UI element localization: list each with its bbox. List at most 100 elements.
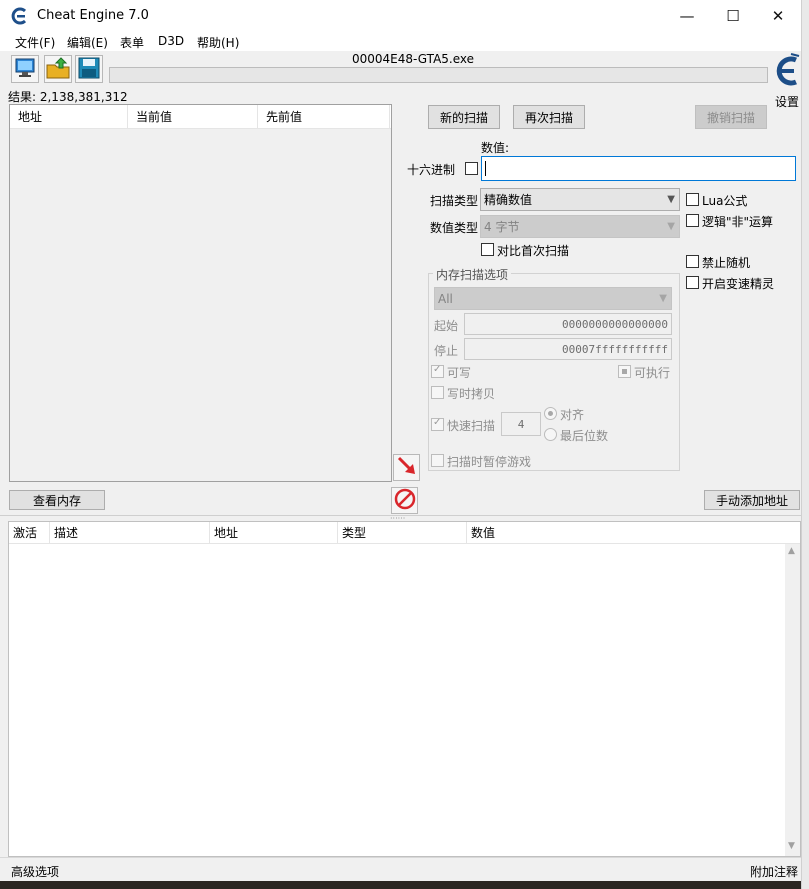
chevron-down-icon: ▼: [667, 194, 675, 205]
advanced-options-link[interactable]: 高级选项: [11, 863, 59, 880]
stop-icon: [394, 488, 416, 513]
copy-on-write-label: 写时拷贝: [447, 387, 496, 401]
found-address-list[interactable]: 地址 当前值 先前值: [9, 104, 392, 482]
last-digits-label: 最后位数: [560, 429, 609, 443]
last-digits-radio[interactable]: [544, 428, 557, 441]
stop-address-input[interactable]: 00007fffffffffff: [464, 338, 672, 360]
align-label: 对齐: [560, 408, 585, 422]
splitter-bar[interactable]: ······: [0, 515, 801, 523]
window-right-edge: [801, 0, 809, 889]
speedhack-label: 开启变速精灵: [702, 277, 775, 291]
save-button[interactable]: [75, 55, 103, 83]
logic-not-checkbox[interactable]: [686, 214, 699, 227]
open-folder-icon: [46, 56, 70, 82]
clear-list-button[interactable]: [391, 487, 418, 514]
scroll-up-icon[interactable]: ▲: [788, 546, 795, 556]
chevron-down-icon: ▼: [667, 221, 675, 232]
process-name: 00004E48-GTA5.exe: [352, 52, 475, 66]
undo-scan-button[interactable]: 撤销扫描: [695, 105, 767, 129]
hex-checkbox[interactable]: [465, 162, 478, 175]
executable-checkbox[interactable]: [618, 365, 631, 378]
select-process-button[interactable]: [11, 55, 39, 83]
next-scan-button[interactable]: 再次扫描: [513, 105, 585, 129]
compare-first-label: 对比首次扫描: [497, 244, 570, 258]
open-file-button[interactable]: [44, 55, 72, 83]
column-type[interactable]: 类型: [338, 522, 467, 544]
align-radio[interactable]: [544, 407, 557, 420]
add-address-manually-button[interactable]: 手动添加地址: [704, 490, 800, 510]
chevron-down-icon: ▼: [659, 293, 667, 304]
column-table-address[interactable]: 地址: [210, 522, 338, 544]
speedhack-checkbox[interactable]: [686, 276, 699, 289]
writable-checkbox[interactable]: [431, 364, 444, 378]
fast-scan-value: 4: [517, 417, 525, 431]
menu-d3d[interactable]: D3D: [158, 34, 184, 48]
status-bar: 高级选项 附加注释: [0, 857, 801, 881]
add-to-list-button[interactable]: [393, 454, 420, 481]
column-value[interactable]: 数值: [467, 522, 785, 544]
stop-address-value: 00007fffffffffff: [562, 342, 668, 356]
vertical-scrollbar[interactable]: ▲ ▼: [785, 544, 800, 856]
memory-region-value: All: [438, 291, 453, 306]
no-random-checkbox[interactable]: [686, 255, 699, 268]
settings-logo-icon[interactable]: [771, 52, 803, 90]
menu-table[interactable]: 表单: [120, 34, 144, 51]
menu-edit[interactable]: 编辑(E): [67, 34, 108, 51]
indeterminate-mark: [622, 369, 627, 374]
column-active[interactable]: 激活: [9, 522, 50, 544]
title-bar: Cheat Engine 7.0 — ☐ ✕: [0, 0, 809, 31]
copy-on-write-checkbox[interactable]: [431, 386, 444, 399]
lua-formula-label: Lua公式: [702, 194, 748, 208]
stop-address-label: 停止: [434, 344, 459, 358]
column-description[interactable]: 描述: [50, 522, 210, 544]
start-address-input[interactable]: 0000000000000000: [464, 313, 672, 335]
memory-options-title: 内存扫描选项: [433, 266, 512, 283]
view-memory-button[interactable]: 查看内存: [9, 490, 105, 510]
menu-help[interactable]: 帮助(H): [197, 34, 239, 51]
cheat-engine-logo-icon: [11, 7, 29, 25]
table-extras-link[interactable]: 附加注释: [750, 863, 798, 880]
column-current-value[interactable]: 当前值: [128, 105, 258, 129]
hex-label: 十六进制: [407, 163, 456, 177]
fast-scan-label: 快速扫描: [447, 419, 496, 433]
fast-scan-value-input[interactable]: 4: [501, 412, 541, 436]
start-address-label: 起始: [434, 319, 459, 333]
writable-label: 可写: [447, 366, 472, 380]
pause-game-checkbox[interactable]: [431, 454, 444, 467]
close-button[interactable]: ✕: [755, 0, 801, 31]
fast-scan-checkbox[interactable]: [431, 417, 444, 431]
new-scan-button[interactable]: 新的扫描: [428, 105, 500, 129]
cheat-table-list[interactable]: 激活 描述 地址 类型 数值: [8, 521, 801, 857]
memory-region-select[interactable]: All ▼: [434, 287, 672, 310]
value-label: 数值:: [481, 141, 510, 155]
logic-not-label: 逻辑"非"运算: [702, 215, 774, 229]
scan-type-select[interactable]: 精确数值 ▼: [480, 188, 680, 211]
start-address-value: 0000000000000000: [562, 317, 668, 331]
minimize-button[interactable]: —: [664, 0, 710, 31]
floppy-disk-icon: [78, 57, 100, 82]
column-address[interactable]: 地址: [10, 105, 128, 129]
executable-label: 可执行: [634, 366, 671, 380]
scan-type-label: 扫描类型: [430, 194, 479, 208]
results-count: 结果: 2,138,381,312: [8, 90, 128, 104]
window-title: Cheat Engine 7.0: [37, 8, 149, 23]
desktop-background-strip: [0, 881, 801, 889]
menu-bar: 文件(F) 编辑(E) 表单 D3D 帮助(H): [0, 31, 809, 51]
text-cursor: [485, 161, 486, 176]
scan-type-value: 精确数值: [484, 193, 533, 207]
value-type-value: 4 字节: [484, 220, 520, 234]
cheat-table-header: 激活 描述 地址 类型 数值: [9, 522, 800, 544]
maximize-button[interactable]: ☐: [710, 0, 756, 31]
red-arrow-icon: [396, 455, 418, 480]
value-input[interactable]: [481, 156, 796, 181]
scroll-down-icon[interactable]: ▼: [788, 841, 795, 851]
value-type-select[interactable]: 4 字节 ▼: [480, 215, 680, 238]
settings-label[interactable]: 设置: [775, 93, 799, 110]
pause-game-label: 扫描时暂停游戏: [447, 455, 532, 469]
column-previous-value[interactable]: 先前值: [258, 105, 390, 129]
no-random-label: 禁止随机: [702, 256, 751, 270]
menu-file[interactable]: 文件(F): [15, 34, 55, 51]
compare-first-checkbox[interactable]: [481, 243, 494, 256]
lua-formula-checkbox[interactable]: [686, 193, 699, 206]
computer-icon: [14, 58, 36, 81]
